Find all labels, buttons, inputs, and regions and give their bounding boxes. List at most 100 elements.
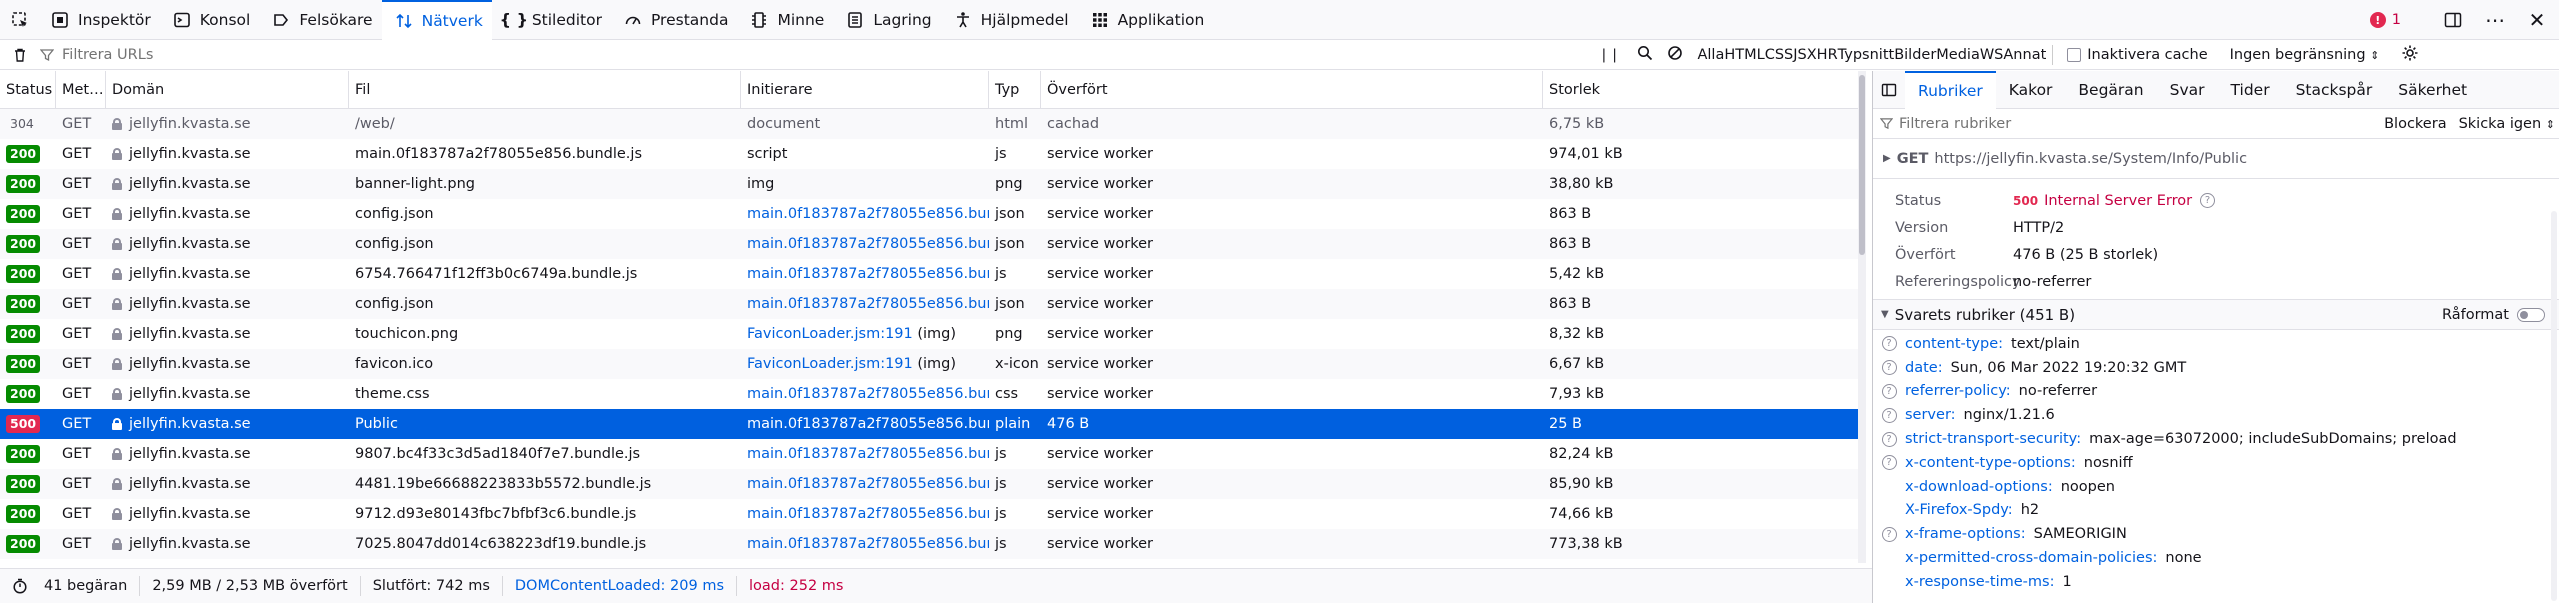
block-button[interactable]: Blockera bbox=[2384, 116, 2446, 132]
cell-initiator[interactable]: main.0f183787a2f78055e856.bun... bbox=[741, 199, 989, 229]
cell-initiator[interactable]: main.0f183787a2f78055e856.bun... bbox=[741, 439, 989, 469]
table-row[interactable]: 200 GET jellyfin.kvasta.se favicon.ico Favic… bbox=[0, 349, 1858, 379]
cell-initiator[interactable]: main.0f183787a2f78055e856.bun... bbox=[741, 529, 989, 559]
tab-debugger[interactable]: Felsökare bbox=[259, 0, 381, 40]
col-domain[interactable]: Domän bbox=[106, 71, 349, 109]
cell-initiator[interactable]: main.0f183787a2f78055e856.bun... bbox=[741, 409, 989, 439]
col-file[interactable]: Fil bbox=[349, 71, 741, 109]
tab-style-editor[interactable]: { } Stileditor bbox=[492, 0, 611, 40]
col-type[interactable]: Typ bbox=[989, 71, 1041, 109]
details-tab-2[interactable]: Begäran bbox=[2065, 71, 2156, 109]
settings-icon[interactable] bbox=[2401, 44, 2419, 66]
response-header-row[interactable]: ? x-content-type-options: nosniff bbox=[1873, 451, 2559, 475]
tab-storage[interactable]: Lagring bbox=[833, 0, 940, 40]
cell-initiator[interactable]: main.0f183787a2f78055e856.bun... bbox=[741, 289, 989, 319]
tab-performance[interactable]: Prestanda bbox=[611, 0, 737, 40]
help-icon[interactable]: ? bbox=[1881, 407, 1897, 423]
tab-memory[interactable]: Minne bbox=[737, 0, 833, 40]
url-filter-input[interactable]: Filtrera URLs bbox=[40, 47, 153, 63]
help-icon[interactable]: ? bbox=[1881, 383, 1897, 399]
expand-arrow-icon[interactable]: ▶ bbox=[1883, 153, 1891, 164]
initiator-link[interactable]: main.0f183787a2f78055e856.bun... bbox=[747, 416, 989, 432]
table-row[interactable]: 200GETjellyfin.kvasta.se2170.89d9a1098b3… bbox=[0, 559, 1858, 563]
table-row[interactable]: 200 GET jellyfin.kvasta.se banner-light.png… bbox=[0, 169, 1858, 199]
search-icon[interactable] bbox=[1637, 45, 1653, 65]
list-scrollbar[interactable] bbox=[1858, 71, 1866, 563]
details-scrollbar[interactable] bbox=[2551, 211, 2557, 601]
tab-console[interactable]: Konsol bbox=[160, 0, 260, 40]
response-header-row[interactable]: ? date: Sun, 06 Mar 2022 19:20:32 GMT bbox=[1873, 356, 2559, 380]
help-icon[interactable]: ? bbox=[2200, 193, 2216, 208]
initiator-link[interactable]: FaviconLoader.jsm:191 bbox=[747, 356, 913, 372]
request-url-line[interactable]: ▶ GET https://jellyfin.kvasta.se/System/… bbox=[1873, 139, 2559, 179]
initiator-link[interactable]: main.0f183787a2f78055e856.bun... bbox=[747, 386, 989, 402]
help-icon[interactable]: ? bbox=[1881, 526, 1897, 542]
initiator-link[interactable]: main.0f183787a2f78055e856.bun... bbox=[747, 446, 989, 462]
initiator-link[interactable]: FaviconLoader.jsm:191 bbox=[747, 326, 913, 342]
response-header-row[interactable]: ? content-type: text/plain bbox=[1873, 332, 2559, 356]
tab-accessibility[interactable]: Hjälpmedel bbox=[941, 0, 1078, 40]
help-icon[interactable]: ? bbox=[1881, 336, 1897, 352]
reload-timer[interactable] bbox=[0, 576, 32, 596]
col-initiator[interactable]: Initierare bbox=[741, 71, 989, 109]
cell-initiator[interactable]: main.0f183787a2f78055e856.bun... bbox=[741, 379, 989, 409]
scroll-thumb[interactable] bbox=[1859, 75, 1865, 255]
type-filter-bilder[interactable]: Bilder bbox=[1894, 47, 1936, 63]
table-row[interactable]: 304 GET jellyfin.kvasta.se/web/document htm… bbox=[0, 109, 1858, 139]
initiator-link[interactable]: main.0f183787a2f78055e856.bun... bbox=[747, 296, 989, 312]
type-filter-css[interactable]: CSS bbox=[1765, 47, 1794, 63]
col-transferred[interactable]: Överfört bbox=[1041, 71, 1543, 109]
type-filter-annat[interactable]: Annat bbox=[2003, 47, 2046, 63]
initiator-link[interactable]: main.0f183787a2f78055e856.bun... bbox=[747, 266, 989, 282]
cell-initiator[interactable]: FaviconLoader.jsm:191 (img) bbox=[741, 319, 989, 349]
tab-inspector[interactable]: Inspektör bbox=[38, 0, 160, 40]
response-header-row[interactable]: X-Firefox-Spdy: h2 bbox=[1873, 499, 2559, 523]
col-method[interactable]: Met… bbox=[56, 71, 106, 109]
cell-initiator[interactable]: main.0f183787a2f78055e856.bun... bbox=[741, 229, 989, 259]
type-filter-js[interactable]: JS bbox=[1793, 47, 1806, 63]
initiator-link[interactable]: main.0f183787a2f78055e856.bun... bbox=[747, 536, 989, 552]
menu-button[interactable]: ⋯ bbox=[2479, 4, 2511, 36]
block-icon[interactable] bbox=[1667, 45, 1683, 65]
type-filter-media[interactable]: Media bbox=[1936, 47, 1980, 63]
clear-button[interactable] bbox=[0, 47, 40, 63]
checkbox-box[interactable] bbox=[2067, 48, 2082, 62]
type-filter-xhr[interactable]: XHR bbox=[1807, 47, 1838, 63]
tab-network[interactable]: Nätverk bbox=[381, 0, 492, 40]
initiator-link[interactable]: main.0f183787a2f78055e856.bun... bbox=[747, 236, 989, 252]
raw-toggle[interactable]: Råformat bbox=[2442, 300, 2545, 330]
table-row[interactable]: 200 GET jellyfin.kvasta.se 6754.766471f12ff… bbox=[0, 259, 1858, 289]
cell-initiator[interactable]: main.0f183787a2f78055e856.bun... bbox=[741, 499, 989, 529]
table-row[interactable]: 200 GET jellyfin.kvasta.se config.json main.… bbox=[0, 229, 1858, 259]
collapse-arrow-icon[interactable]: ▼ bbox=[1881, 309, 1889, 320]
table-row[interactable]: 200 GET jellyfin.kvasta.se main.0f183787a2f… bbox=[0, 139, 1858, 169]
details-tab-4[interactable]: Tider bbox=[2218, 71, 2283, 109]
table-row[interactable]: 200 GET jellyfin.kvasta.se 7025.8047dd014c6… bbox=[0, 529, 1858, 559]
dock-button[interactable] bbox=[2437, 4, 2469, 36]
details-tab-1[interactable]: Kakor bbox=[1996, 71, 2066, 109]
headers-filter-input[interactable]: Filtrera rubriker bbox=[1899, 116, 2011, 132]
initiator-link[interactable]: main.0f183787a2f78055e856.bun... bbox=[747, 506, 989, 522]
response-header-row[interactable]: x-download-options: noopen bbox=[1873, 475, 2559, 499]
initiator-link[interactable]: main.0f183787a2f78055e856.bun... bbox=[747, 476, 989, 492]
col-status[interactable]: Status bbox=[0, 71, 56, 109]
response-header-row[interactable]: x-permitted-cross-domain-policies: none bbox=[1873, 546, 2559, 570]
help-icon[interactable]: ? bbox=[1881, 455, 1897, 471]
details-tab-3[interactable]: Svar bbox=[2157, 71, 2218, 109]
table-row[interactable]: 200 GET jellyfin.kvasta.se touchicon.png Fav… bbox=[0, 319, 1858, 349]
throttle-select[interactable]: Ingen begränsning ⇕ bbox=[2230, 47, 2380, 63]
response-header-row[interactable]: ? referrer-policy: no-referrer bbox=[1873, 380, 2559, 404]
response-headers-section[interactable]: ▼ Svarets rubriker (451 B) Råformat bbox=[1873, 300, 2559, 330]
table-row[interactable]: 200 GET jellyfin.kvasta.se 4481.19be6668822… bbox=[0, 469, 1858, 499]
toggle-switch[interactable] bbox=[2517, 308, 2545, 322]
error-count-badge[interactable]: ! 1 bbox=[2369, 12, 2401, 28]
table-row[interactable]: 200 GET jellyfin.kvasta.se theme.css main.0f… bbox=[0, 379, 1858, 409]
type-filter-ws[interactable]: WS bbox=[1980, 47, 2004, 63]
details-tab-6[interactable]: Säkerhet bbox=[2385, 71, 2480, 109]
details-tab-0[interactable]: Rubriker bbox=[1905, 71, 1996, 109]
pause-icon[interactable]: ❘❘ bbox=[1598, 47, 1620, 63]
response-header-row[interactable]: ? server: nginx/1.21.6 bbox=[1873, 403, 2559, 427]
details-tab-5[interactable]: Stackspår bbox=[2283, 71, 2386, 109]
cell-initiator[interactable]: main.0f183787a2f78055e856.bun... bbox=[741, 559, 989, 563]
table-row[interactable]: 200 GET jellyfin.kvasta.se config.json main.… bbox=[0, 199, 1858, 229]
